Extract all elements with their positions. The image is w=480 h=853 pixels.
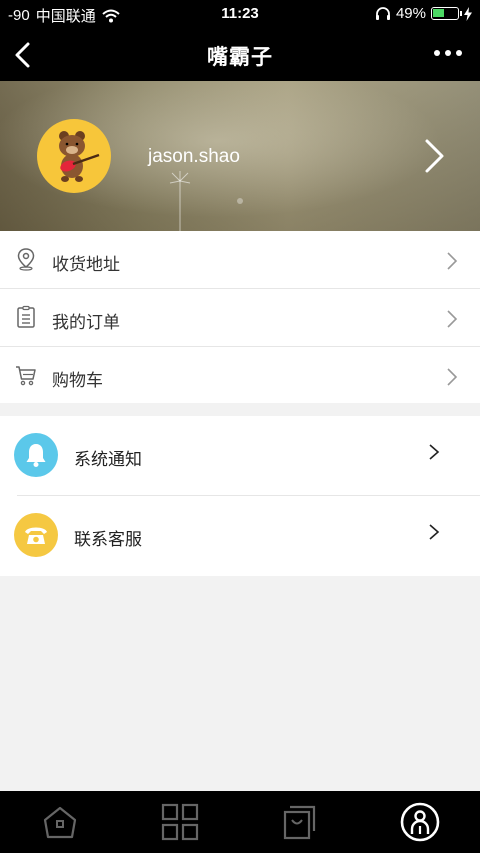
bell-icon (26, 444, 46, 467)
tab-bag[interactable] (240, 791, 360, 853)
tab-categories[interactable] (120, 791, 240, 853)
cart-icon (16, 366, 36, 386)
battery-percent: 49% (395, 5, 426, 22)
menu-item-orders[interactable]: 我的订单 (0, 289, 480, 347)
menu-label: 购物车 (52, 371, 103, 390)
phone-icon-circle (14, 513, 58, 557)
status-bar: -90 中国联通 11:23 49% (0, 0, 480, 28)
menu-item-notifications[interactable]: 系统通知 (0, 416, 480, 496)
username: jason.shao (148, 146, 240, 167)
menu-label: 系统通知 (74, 450, 142, 469)
bear-guitar-icon (59, 131, 100, 182)
chevron-right-icon (447, 252, 458, 270)
charging-icon (464, 6, 472, 21)
tab-home[interactable] (0, 791, 120, 853)
nav-bar: 嘴霸子 (0, 28, 480, 81)
avatar[interactable] (37, 119, 111, 193)
menu-label: 联系客服 (74, 530, 142, 549)
menu-label: 我的订单 (52, 313, 120, 332)
menu-label: 收货地址 (52, 255, 120, 274)
chevron-right-icon (429, 444, 440, 460)
tab-profile[interactable] (360, 791, 480, 853)
tab-bar (0, 791, 480, 853)
profile-header[interactable]: jason.shao (0, 81, 480, 231)
bell-icon-circle (14, 433, 58, 477)
menu-item-customer-service[interactable]: 联系客服 (0, 496, 480, 576)
menu-group-orders: 收货地址 我的订单 购物车 (0, 231, 480, 403)
menu-item-cart[interactable]: 购物车 (0, 347, 480, 405)
shopping-bag-icon (283, 805, 316, 840)
battery-fill (433, 9, 444, 17)
more-dots-icon[interactable] (434, 50, 462, 56)
chevron-right-icon (429, 524, 440, 540)
dandelion-background (169, 171, 243, 231)
clipboard-icon (17, 305, 35, 328)
status-right: 49% (375, 5, 472, 22)
headphones-icon (375, 6, 390, 20)
home-icon (43, 806, 77, 839)
chevron-right-icon (447, 310, 458, 328)
battery-icon (431, 7, 462, 20)
grid-icon (161, 803, 199, 841)
page-title: 嘴霸子 (207, 46, 273, 69)
location-pin-icon (17, 248, 35, 271)
chevron-right-icon (447, 368, 458, 386)
menu-group-service: 系统通知 联系客服 (0, 416, 480, 576)
chevron-right-icon[interactable] (424, 138, 446, 174)
menu-item-address[interactable]: 收货地址 (0, 231, 480, 289)
user-icon (400, 802, 440, 842)
phone-icon (25, 527, 47, 544)
